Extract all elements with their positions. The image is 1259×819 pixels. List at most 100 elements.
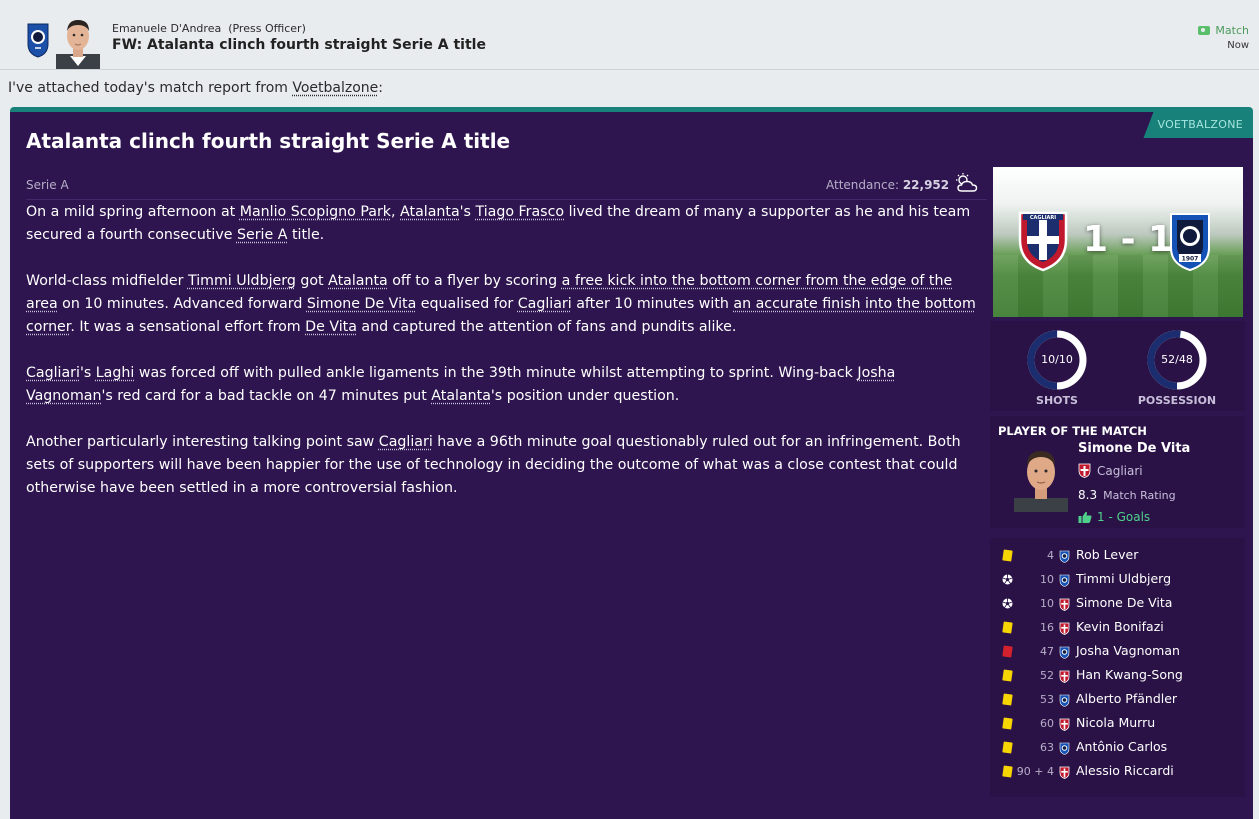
event-row[interactable]: 90 + 4 Alessio Riccardi — [990, 760, 1245, 784]
article-text: 's red card for a bad tackle on 47 minut… — [101, 388, 432, 404]
event-player[interactable]: Han Kwang-Song — [1076, 667, 1183, 682]
article-text: Another particularly interesting talking… — [26, 434, 379, 450]
cagliari-crest-icon[interactable]: CAGLIARI — [1017, 210, 1069, 272]
event-row[interactable]: 4 Rob Lever — [990, 544, 1245, 568]
event-row[interactable]: 47 Josha Vagnoman — [990, 640, 1245, 664]
competition-label[interactable]: Serie A — [26, 178, 69, 192]
atalanta-crest-icon — [1059, 550, 1070, 563]
event-player[interactable]: Josha Vagnoman — [1076, 643, 1180, 658]
potm-rating-value: 8.3 — [1078, 488, 1098, 502]
article-link[interactable]: Serie A — [237, 227, 287, 243]
goal-ball-icon — [1002, 598, 1013, 609]
match-tag-label: Match — [1215, 24, 1249, 37]
article-link[interactable]: Atalanta — [431, 388, 491, 404]
event-player[interactable]: Simone De Vita — [1076, 595, 1172, 610]
potm-goals-label: 1 - Goals — [1097, 510, 1151, 524]
sender-name[interactable]: Emanuele D'Andrea — [112, 22, 221, 35]
cagliari-crest-icon — [1059, 718, 1070, 731]
yellow-card-icon — [1002, 717, 1013, 730]
scoreboard: CAGLIARI 1 - 1 1907 — [993, 167, 1243, 317]
article-link[interactable]: Cagliari — [26, 365, 80, 381]
thumbs-up-icon — [1078, 511, 1092, 523]
article-link[interactable]: Cagliari — [518, 296, 572, 312]
atalanta-crest-icon[interactable]: 1907 — [1169, 210, 1211, 272]
event-row[interactable]: 10 Simone De Vita — [990, 592, 1245, 616]
message-subject: FW: Atalanta clinch fourth straight Seri… — [112, 37, 486, 53]
atalanta-crest-icon — [1059, 646, 1070, 659]
article-paragraph: Cagliari's Laghi was forced off with pul… — [26, 362, 986, 408]
player-of-the-match[interactable]: PLAYER OF THE MATCH Simone De Vita Cagli… — [990, 416, 1245, 528]
article-link[interactable]: Tiago Frasco — [475, 204, 564, 220]
potm-goals: 1 - Goals — [1078, 510, 1150, 524]
article-text: 's — [459, 204, 476, 220]
event-row[interactable]: 60 Nicola Murru — [990, 712, 1245, 736]
event-player[interactable]: Alberto Pfändler — [1076, 691, 1177, 706]
cagliari-crest-icon — [1059, 766, 1070, 779]
article-link[interactable]: Laghi — [96, 365, 135, 381]
yellow-card-icon — [1002, 693, 1013, 706]
yellow-card-icon — [1002, 549, 1013, 562]
event-row[interactable]: 53 Alberto Pfändler — [990, 688, 1245, 712]
potm-club[interactable]: Cagliari — [1078, 463, 1143, 478]
event-minute: 52 — [1040, 669, 1054, 682]
article-text: 's position under question. — [490, 388, 680, 404]
atalanta-crest-icon[interactable] — [26, 22, 50, 58]
match-stats: 10/10 SHOTS 52/48 POSSESSION — [990, 321, 1245, 411]
message-time: Now — [1227, 40, 1249, 51]
atalanta-crest-icon — [1059, 694, 1070, 707]
article-link[interactable]: Cagliari — [379, 434, 433, 450]
article-text: equalised for — [416, 296, 518, 312]
article-link[interactable]: Manlio Scopigno Park — [240, 204, 391, 220]
article-text: World-class midfielder — [26, 273, 188, 289]
article-link[interactable]: Timmi Uldbjerg — [188, 273, 296, 289]
article-panel: VOETBALZONE Atalanta clinch fourth strai… — [10, 107, 1253, 819]
event-minute: 10 — [1040, 597, 1054, 610]
match-tag[interactable]: Match — [1198, 24, 1249, 37]
partly-cloudy-icon — [956, 173, 978, 192]
attendance-value: 22,952 — [902, 178, 950, 192]
divider — [26, 199, 987, 200]
intro-line: I've attached today's match report from … — [8, 80, 383, 96]
goal-ball-icon — [1002, 574, 1013, 585]
article-text: got — [295, 273, 329, 289]
cagliari-crest-icon — [1059, 598, 1070, 611]
event-minute: 10 — [1040, 573, 1054, 586]
event-player[interactable]: Rob Lever — [1076, 547, 1138, 562]
article-title: Atalanta clinch fourth straight Serie A … — [26, 129, 511, 153]
event-minute: 63 — [1040, 741, 1054, 754]
event-row[interactable]: 10 Timmi Uldbjerg — [990, 568, 1245, 592]
event-row[interactable]: 16 Kevin Bonifazi — [990, 616, 1245, 640]
article-text: title. — [287, 227, 325, 243]
event-minute: 60 — [1040, 717, 1054, 730]
event-player[interactable]: Timmi Uldbjerg — [1076, 571, 1171, 586]
event-player[interactable]: Alessio Riccardi — [1076, 763, 1174, 778]
event-minute: 47 — [1040, 645, 1054, 658]
article-link[interactable]: Simone De Vita — [307, 296, 416, 312]
event-row[interactable]: 52 Han Kwang-Song — [990, 664, 1245, 688]
away-crest-year: 1907 — [1182, 256, 1199, 263]
home-crest-text: CAGLIARI — [1030, 215, 1056, 221]
match-score: 1 - 1 — [1083, 219, 1174, 260]
match-tag-icon — [1198, 26, 1211, 35]
event-player[interactable]: Kevin Bonifazi — [1076, 619, 1164, 634]
yellow-card-icon — [1002, 765, 1013, 778]
article-link[interactable]: Atalanta — [400, 204, 460, 220]
event-row[interactable]: 63 Antônio Carlos — [990, 736, 1245, 760]
potm-name[interactable]: Simone De Vita — [1078, 441, 1190, 456]
event-player[interactable]: Nicola Murru — [1076, 715, 1155, 730]
sender-role: (Press Officer) — [228, 22, 306, 35]
potm-avatar[interactable] — [1014, 442, 1068, 512]
article-text: 's — [79, 365, 96, 381]
article-body: On a mild spring afternoon at Manlio Sco… — [26, 201, 986, 523]
article-link[interactable]: De Vita — [305, 319, 357, 335]
potm-title: PLAYER OF THE MATCH — [998, 424, 1147, 438]
event-player[interactable]: Antônio Carlos — [1076, 739, 1167, 754]
attendance-label: Attendance: — [826, 178, 899, 192]
article-text: , — [391, 204, 401, 220]
article-link[interactable]: Atalanta — [328, 273, 388, 289]
sender-avatar[interactable] — [56, 14, 100, 69]
article-text: off to a flyer by scoring — [387, 273, 562, 289]
article-paragraph: On a mild spring afternoon at Manlio Sco… — [26, 201, 986, 247]
potm-club-name: Cagliari — [1097, 463, 1143, 478]
voetbalzone-link[interactable]: Voetbalzone — [292, 80, 378, 96]
